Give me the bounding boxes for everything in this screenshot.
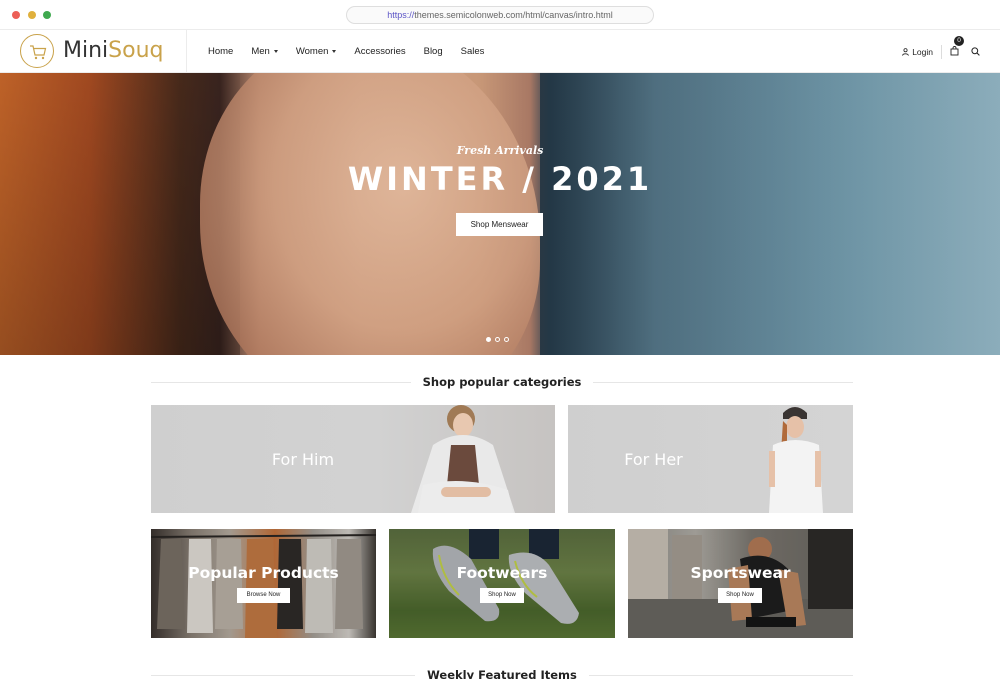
- search-icon: [971, 46, 980, 56]
- nav-item-label: Accessories: [354, 46, 406, 57]
- url-scheme: https://: [387, 10, 415, 20]
- nav-item-accessories[interactable]: Accessories: [354, 46, 405, 57]
- category-tile-him[interactable]: For Him: [151, 405, 555, 513]
- slider-pagination: [486, 337, 513, 342]
- cart-button[interactable]: 0: [950, 35, 964, 61]
- url-text: themes.semicolonweb.com/html/canvas/intr…: [414, 10, 613, 20]
- logo-text: MiniSouq: [63, 38, 164, 63]
- address-bar[interactable]: https://themes.semicolonweb.com/html/can…: [346, 6, 654, 24]
- hero-subtitle: Fresh Arrivals: [456, 144, 544, 157]
- shop-now-footwears-button[interactable]: Shop Now: [480, 588, 524, 603]
- shopping-bag-icon: [950, 45, 959, 55]
- nav-item-men[interactable]: Men: [251, 46, 278, 57]
- nav-item-label: Home: [208, 46, 234, 57]
- login-link[interactable]: Login: [902, 47, 933, 57]
- nav-item-sales[interactable]: Sales: [461, 46, 485, 57]
- nav-item-blog[interactable]: Blog: [424, 46, 443, 57]
- minimize-window-button[interactable]: [28, 11, 36, 19]
- cart-logo-icon: [20, 34, 54, 68]
- tile-overlay: [151, 529, 376, 638]
- header-divider: [941, 44, 942, 59]
- shop-now-sportswear-button[interactable]: Shop Now: [718, 588, 762, 603]
- logo-text-accent: Souq: [108, 38, 164, 63]
- logo[interactable]: MiniSouq: [0, 30, 187, 73]
- browse-now-button[interactable]: Browse Now: [237, 588, 290, 603]
- chevron-down-icon: [332, 50, 337, 53]
- category-label-sportswear: Sportswear: [690, 564, 791, 582]
- heading-rule-right: [588, 674, 853, 676]
- featured-heading-text: Weekly Featured Items: [427, 668, 577, 679]
- category-tile-popular-products[interactable]: Popular Products: [151, 529, 376, 638]
- categories-heading-text: Shop popular categories: [422, 375, 582, 389]
- browser-toolbar: https://themes.semicolonweb.com/html/can…: [0, 0, 1000, 30]
- heading-rule-left: [151, 381, 411, 383]
- category-label-footwears: Footwears: [456, 564, 548, 582]
- category-label-her: For Her: [624, 450, 683, 469]
- login-label: Login: [912, 46, 933, 57]
- heading-rule-right: [593, 381, 853, 383]
- chevron-down-icon: [273, 50, 278, 53]
- hero-title: WINTER / 2021: [347, 160, 653, 198]
- site-header: MiniSouq Home Men Women Accessories Blog…: [0, 30, 1000, 73]
- category-label-popular-products: Popular Products: [188, 564, 339, 582]
- featured-heading: Weekly Featured Items: [151, 668, 853, 679]
- slider-dot-3[interactable]: [504, 337, 509, 342]
- category-label-him: For Him: [271, 450, 335, 469]
- category-tile-footwears[interactable]: Footwears: [389, 529, 615, 638]
- nav-item-label: Sales: [460, 46, 485, 57]
- user-icon: [902, 47, 909, 56]
- slider-dot-2[interactable]: [495, 337, 500, 342]
- category-tile-sportswear[interactable]: Sportswear: [628, 529, 853, 638]
- nav-item-women[interactable]: Women: [296, 46, 337, 57]
- category-tile-her[interactable]: For Her: [568, 405, 853, 513]
- nav-item-home[interactable]: Home: [208, 46, 233, 57]
- heading-rule-left: [151, 674, 416, 676]
- close-window-button[interactable]: [12, 11, 20, 19]
- cart-count-badge: 0: [954, 35, 964, 46]
- tile-overlay: [389, 529, 615, 638]
- nav-item-label: Men: [251, 46, 270, 57]
- shop-menswear-button[interactable]: Shop Menswear: [456, 213, 543, 236]
- nav-item-label: Blog: [423, 46, 443, 57]
- main-nav: Home Men Women Accessories Blog Sales: [208, 30, 502, 73]
- header-actions: Login 0: [902, 30, 980, 73]
- maximize-window-button[interactable]: [43, 11, 51, 19]
- logo-text-primary: Mini: [63, 38, 109, 63]
- tile-overlay: [628, 529, 853, 638]
- slider-dot-1[interactable]: [486, 337, 491, 342]
- hero-image-denim: [540, 73, 1000, 355]
- categories-heading: Shop popular categories: [151, 375, 853, 389]
- nav-item-label: Women: [295, 46, 329, 57]
- search-button[interactable]: [971, 43, 980, 61]
